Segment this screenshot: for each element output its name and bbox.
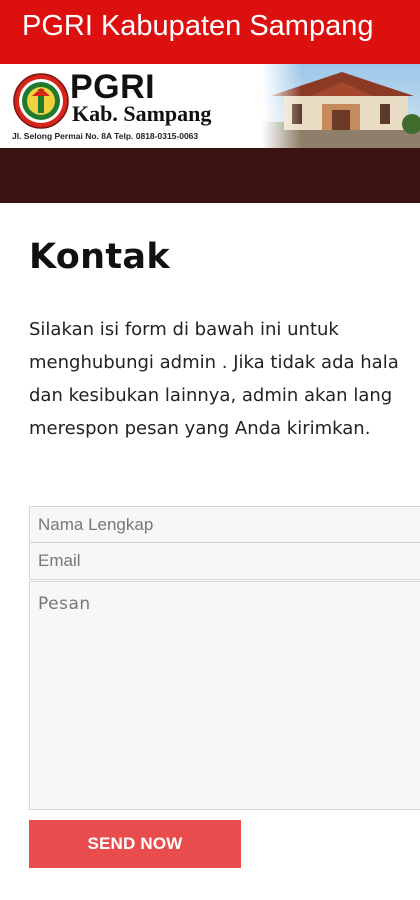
nav-strip bbox=[0, 148, 420, 203]
message-field bbox=[29, 581, 420, 810]
office-building-photo bbox=[262, 64, 420, 148]
name-input[interactable] bbox=[30, 507, 420, 542]
org-subtitle: Kab. Sampang bbox=[72, 101, 212, 126]
page-title: Kontak bbox=[29, 237, 170, 277]
app-bar: PGRI Kabupaten Sampang bbox=[0, 0, 420, 64]
email-input[interactable] bbox=[30, 543, 420, 579]
pgri-logo-icon bbox=[13, 73, 69, 129]
org-address: Jl. Selong Permai No. 8A Telp. 0818-0315… bbox=[12, 131, 199, 141]
intro-text: Silakan isi form di bawah ini untuk meng… bbox=[29, 313, 420, 445]
message-input[interactable] bbox=[30, 582, 420, 809]
intro-line: menghubungi admin . Jika tidak ada hala bbox=[29, 352, 399, 373]
email-field bbox=[29, 543, 420, 580]
app-title: PGRI Kabupaten Sampang bbox=[22, 10, 374, 42]
intro-line: dan kesibukan lainnya, admin akan lang bbox=[29, 385, 393, 406]
header-banner: PGRI Kab. Sampang Jl. Selong Permai No. … bbox=[0, 64, 420, 148]
intro-line: Silakan isi form di bawah ini untuk bbox=[29, 319, 339, 340]
org-name: PGRI bbox=[70, 68, 156, 106]
intro-line: merespon pesan yang Anda kirimkan. bbox=[29, 418, 371, 439]
send-button[interactable]: SEND NOW bbox=[29, 820, 241, 868]
name-field bbox=[29, 506, 420, 543]
